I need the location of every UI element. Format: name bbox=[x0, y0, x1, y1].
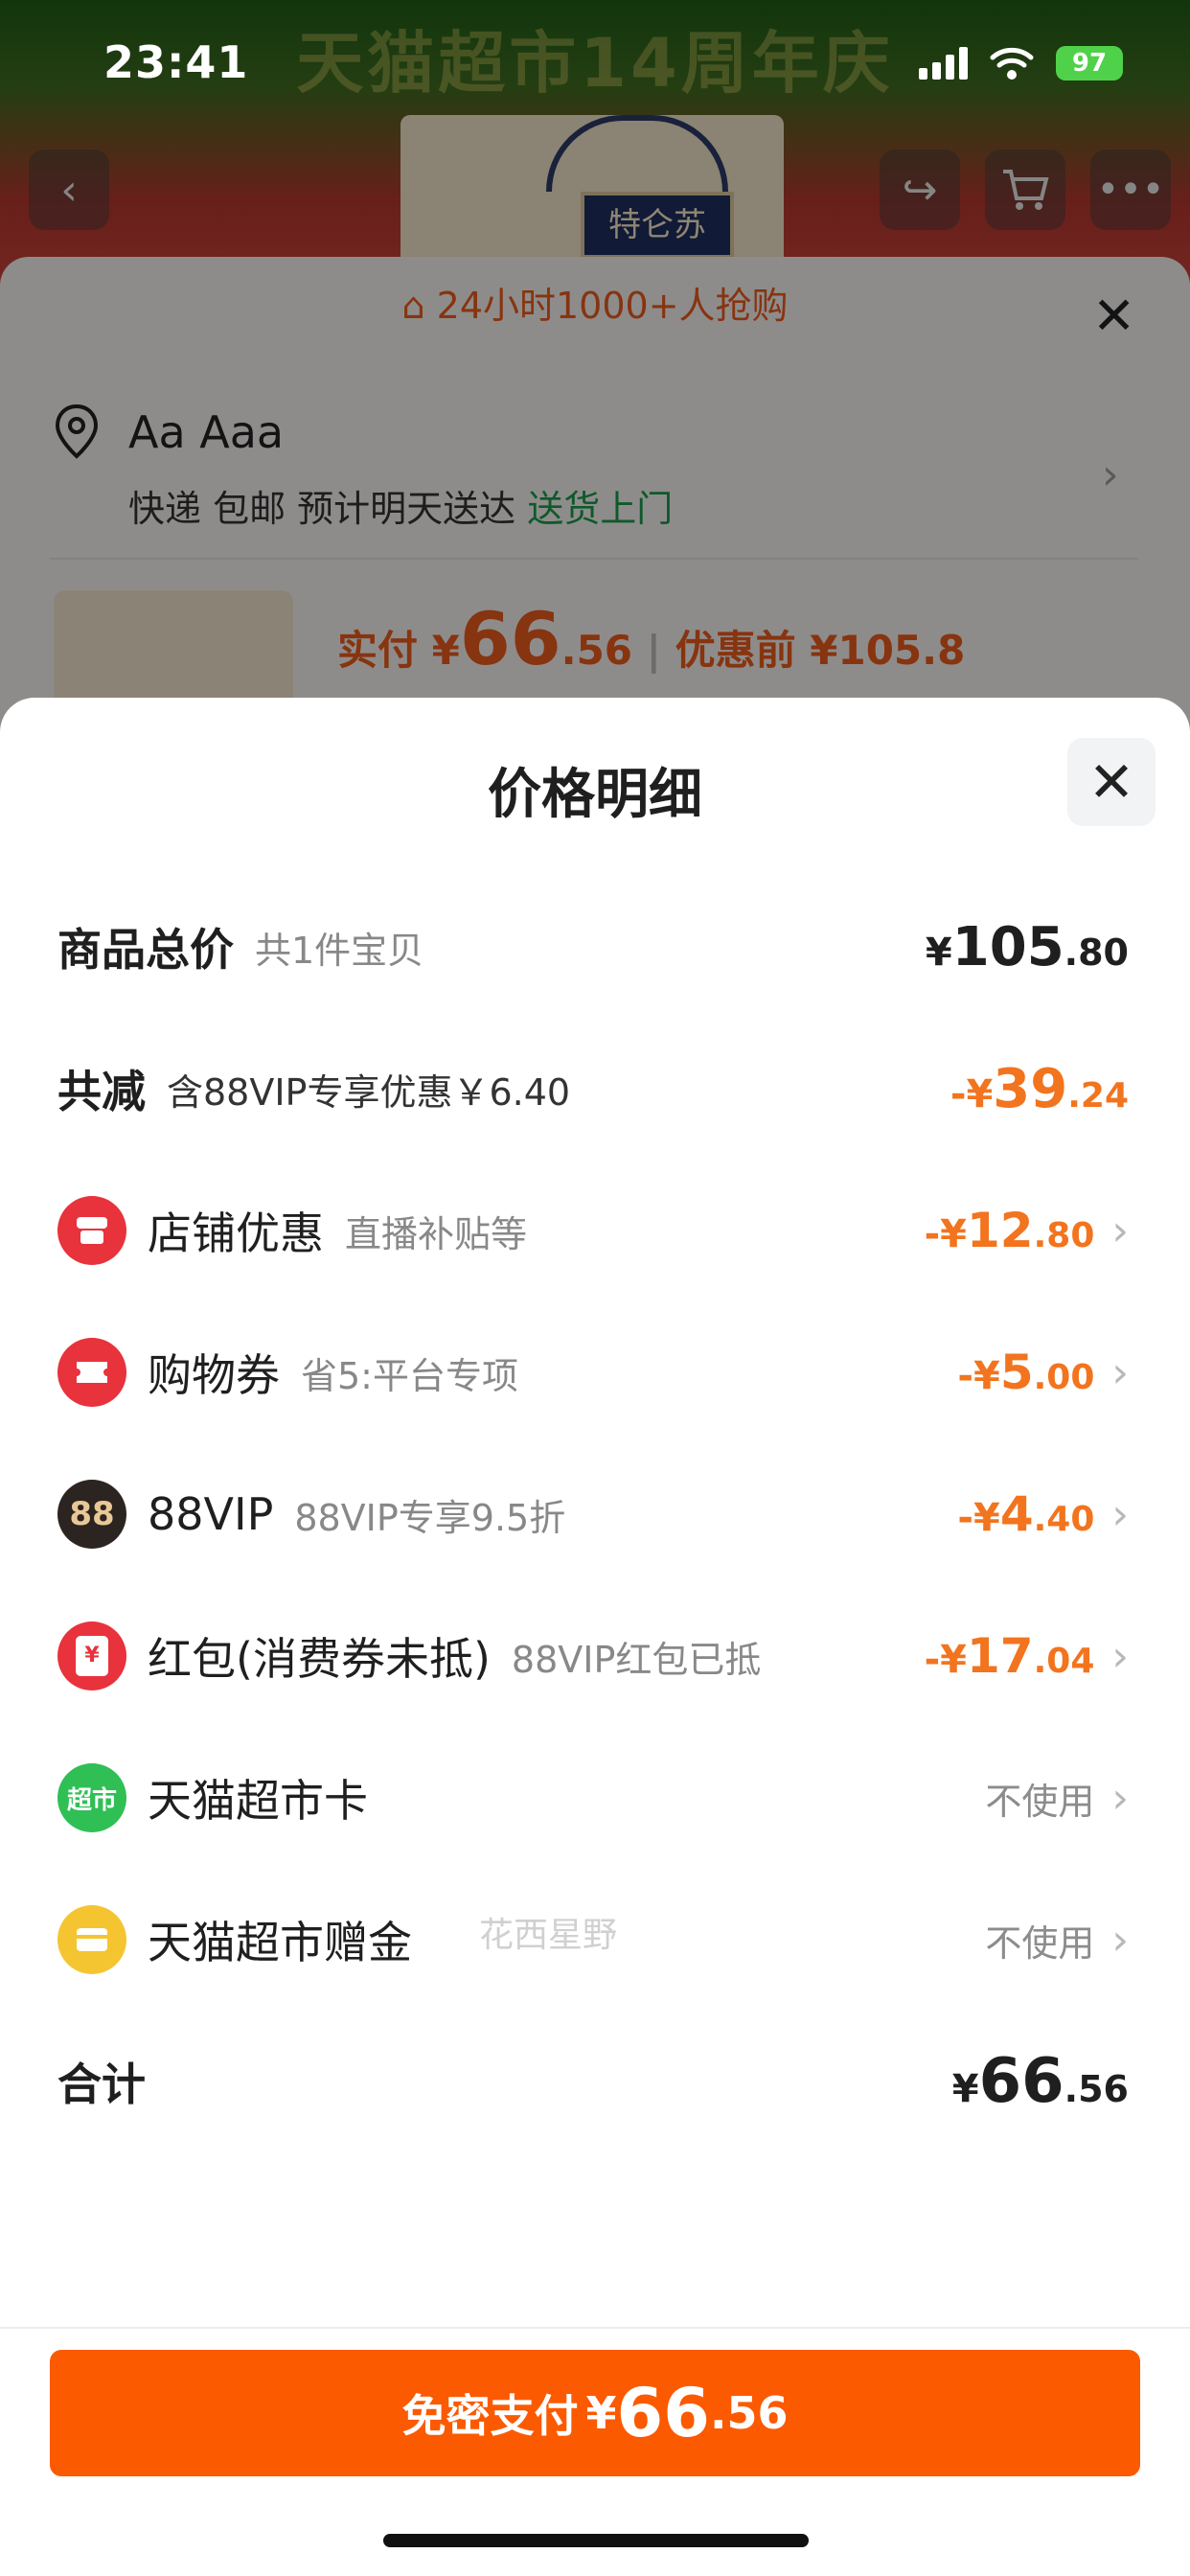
status-time: 23:41 bbox=[103, 36, 249, 88]
total-goods-label: 商品总价 bbox=[57, 924, 234, 976]
coupon-label: 购物券 bbox=[148, 1349, 280, 1401]
total-discount-amount: -¥39.24 bbox=[950, 1057, 1129, 1120]
chevron-right-icon: › bbox=[1111, 1489, 1129, 1539]
store-discount-amount: -¥12.80 bbox=[924, 1203, 1095, 1258]
vip-note: 88VIP专享9.5折 bbox=[294, 1496, 566, 1539]
signal-icon bbox=[919, 47, 968, 80]
vip-label: 88VIP bbox=[148, 1488, 274, 1540]
market-card-icon: 超市 bbox=[57, 1763, 126, 1832]
market-card-label: 天猫超市卡 bbox=[148, 1775, 368, 1827]
footer-divider bbox=[0, 2327, 1190, 2329]
coupon-icon bbox=[57, 1338, 126, 1407]
chevron-right-icon: › bbox=[1111, 1915, 1129, 1965]
close-icon: ✕ bbox=[1087, 749, 1135, 815]
total-goods-amount: ¥105.80 bbox=[925, 915, 1129, 978]
price-detail-sheet: 价格明细 ✕ 商品总价 共1件宝贝 ¥105.80 共减 含88VIP专享优惠￥… bbox=[0, 698, 1190, 2576]
vip-amount: -¥4.40 bbox=[957, 1486, 1095, 1542]
gift-card-icon bbox=[57, 1905, 126, 1974]
store-discount-label: 店铺优惠 bbox=[148, 1208, 324, 1259]
chevron-right-icon: › bbox=[1111, 1631, 1129, 1681]
wifi-icon bbox=[990, 47, 1034, 80]
row-market-card[interactable]: 超市 天猫超市卡 不使用 › bbox=[0, 1750, 1190, 1846]
row-store-discount[interactable]: 店铺优惠 直播补贴等 -¥12.80 › bbox=[0, 1183, 1190, 1278]
red-packet-note: 88VIP红包已抵 bbox=[511, 1638, 762, 1681]
chevron-right-icon: › bbox=[1111, 1347, 1129, 1397]
battery-icon: 97 bbox=[1056, 46, 1123, 80]
market-gift-value: 不使用 bbox=[985, 1921, 1095, 1965]
chevron-right-icon: › bbox=[1111, 1773, 1129, 1823]
chevron-right-icon: › bbox=[1111, 1206, 1129, 1255]
sum-label: 合计 bbox=[57, 2058, 146, 2110]
row-market-gift[interactable]: 天猫超市赠金 不使用 › bbox=[0, 1892, 1190, 1988]
sheet-title: 价格明细 bbox=[488, 764, 702, 826]
home-indicator[interactable] bbox=[383, 2534, 809, 2547]
market-card-value: 不使用 bbox=[985, 1780, 1095, 1823]
pay-button[interactable]: 免密支付 ¥ 66 .56 bbox=[50, 2350, 1140, 2476]
coupon-note: 省5:平台专项 bbox=[301, 1354, 518, 1397]
status-bar: 23:41 97 bbox=[0, 0, 1190, 125]
row-total-goods: 商品总价 共1件宝贝 ¥105.80 bbox=[0, 899, 1190, 995]
row-coupon[interactable]: 购物券 省5:平台专项 -¥5.00 › bbox=[0, 1324, 1190, 1420]
sum-amount: ¥66.56 bbox=[951, 2046, 1129, 2117]
close-button[interactable]: ✕ bbox=[1067, 738, 1156, 826]
store-discount-note: 直播补贴等 bbox=[345, 1212, 528, 1255]
store-icon bbox=[57, 1196, 126, 1265]
red-packet-amount: -¥17.04 bbox=[924, 1628, 1095, 1684]
row-total-discount: 共减 含88VIP专享优惠￥6.40 -¥39.24 bbox=[0, 1041, 1190, 1137]
screen: { "status_bar": { "time": "23:41", "batt… bbox=[0, 0, 1190, 2576]
row-red-packet[interactable]: ¥ 红包(消费券未抵) 88VIP红包已抵 -¥17.04 › bbox=[0, 1608, 1190, 1704]
red-packet-icon: ¥ bbox=[57, 1622, 126, 1690]
red-packet-label: 红包(消费券未抵) bbox=[148, 1633, 491, 1685]
total-discount-note: 含88VIP专享优惠￥6.40 bbox=[167, 1070, 571, 1114]
vip-icon: 88 bbox=[57, 1480, 126, 1549]
total-discount-label: 共减 bbox=[57, 1066, 146, 1117]
row-88vip[interactable]: 88 88VIP 88VIP专享9.5折 -¥4.40 › bbox=[0, 1466, 1190, 1562]
market-gift-label: 天猫超市赠金 bbox=[148, 1917, 412, 1968]
total-goods-count: 共1件宝贝 bbox=[255, 929, 424, 972]
coupon-amount: -¥5.00 bbox=[957, 1345, 1095, 1400]
row-sum: 合计 ¥66.56 bbox=[0, 2034, 1190, 2129]
